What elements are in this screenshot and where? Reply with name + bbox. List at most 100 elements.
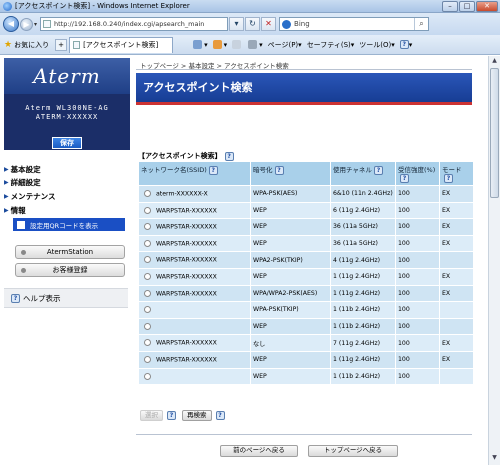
cell-ssid: WARPSTAR-XXXXXX xyxy=(139,235,250,252)
page-menu[interactable]: ページ(P) ▾ xyxy=(268,40,302,50)
select-radio[interactable] xyxy=(144,355,151,363)
history-dropdown-icon[interactable]: ▾ xyxy=(34,21,37,28)
cell-ch: 1 (11b 2.4GHz) xyxy=(331,318,395,335)
select-radio[interactable] xyxy=(144,339,151,347)
sidebar-item-advanced[interactable]: ▶ 詳細設定 xyxy=(4,177,41,188)
help-toggle[interactable]: ? ヘルプ表示 xyxy=(4,288,128,308)
forward-button[interactable]: ▶ xyxy=(20,17,33,31)
sidebar-item-maintenance[interactable]: ▶ メンテナンス xyxy=(4,191,55,202)
cell-enc: なし xyxy=(251,335,330,351)
url-dropdown-icon[interactable]: ▾ xyxy=(229,17,245,31)
arrow-right-icon: ▶ xyxy=(4,193,9,200)
cell-mode xyxy=(440,252,473,268)
back-button[interactable]: ◀ xyxy=(3,16,19,32)
sidebar: Aterm Aterm WL300NE-AG ATERM-XXXXXX 保存 ▶… xyxy=(0,56,131,465)
favorites-button[interactable]: ★ お気に入り xyxy=(4,40,49,50)
table-row[interactable]: WPA-PSK(TKIP) 1 (11b 2.4GHz) 100 xyxy=(139,302,473,318)
select-radio[interactable] xyxy=(144,223,151,231)
cell-enc: WEP xyxy=(251,368,330,385)
search-placeholder: Bing xyxy=(294,20,310,28)
tools-menu[interactable]: ツール(O) ▾ xyxy=(359,40,395,50)
sidebar-item-basic[interactable]: ▶ 基本設定 xyxy=(4,164,41,175)
cell-mode: EX xyxy=(440,335,473,351)
add-favorite-icon[interactable]: + xyxy=(55,38,68,51)
help-menu-icon[interactable]: ? ▾ xyxy=(399,40,412,49)
cell-mode xyxy=(440,368,473,385)
cell-mode: EX xyxy=(440,202,473,219)
back-page-button[interactable]: 前のページへ戻る xyxy=(220,445,298,457)
divider xyxy=(136,434,472,435)
search-input[interactable]: Bing ⌕ xyxy=(279,17,430,31)
help-icon[interactable]: ? xyxy=(444,174,453,183)
cell-sig: 100 xyxy=(396,252,439,268)
customer-registration-button[interactable]: お客様登録 xyxy=(15,263,125,277)
divider xyxy=(136,69,472,70)
table-row[interactable]: aterm-XXXXXX-X WPA-PSK(AES) 6&10 (11n 2.4G… xyxy=(139,186,473,202)
select-radio[interactable] xyxy=(144,273,151,281)
refresh-icon[interactable]: ↻ xyxy=(245,17,261,31)
help-icon[interactable]: ? xyxy=(373,165,383,175)
table-row[interactable]: WEP 1 (11b 2.4GHz) 100 xyxy=(139,318,473,335)
table-row[interactable]: WARPSTAR-XXXXXX なし 7 (11g 2.4GHz) 100 EX xyxy=(139,335,473,351)
save-button[interactable]: 保存 xyxy=(52,137,82,149)
table-row[interactable]: WARPSTAR-XXXXXX WPA/WPA2-PSK(AES) 1 (11g 2… xyxy=(139,285,473,302)
select-radio[interactable] xyxy=(144,322,151,330)
select-radio[interactable] xyxy=(144,256,151,264)
column-header-signal: 受信強度(%)? xyxy=(396,162,439,185)
scroll-thumb[interactable] xyxy=(490,68,499,198)
cell-ch: 7 (11g 2.4GHz) xyxy=(331,335,395,351)
vertical-scrollbar[interactable]: ▲ ▼ xyxy=(488,56,500,465)
page-icon xyxy=(73,41,81,49)
help-icon[interactable]: ? xyxy=(215,411,225,420)
select-radio[interactable] xyxy=(144,306,151,314)
cell-ch: 1 (11g 2.4GHz) xyxy=(331,351,395,368)
qr-code-icon xyxy=(17,220,25,229)
table-row[interactable]: WARPSTAR-XXXXXX WEP 1 (11g 2.4GHz) 100 EX xyxy=(139,268,473,285)
select-radio[interactable] xyxy=(144,190,151,198)
table-row[interactable]: WARPSTAR-XXXXXX WEP 1 (11g 2.4GHz) 100 EX xyxy=(139,351,473,368)
table-row[interactable]: WARPSTAR-XXXXXX WEP 36 (11a 5GHz) 100 EX xyxy=(139,219,473,235)
select-radio[interactable] xyxy=(144,206,151,214)
minimize-button[interactable]: – xyxy=(442,0,458,12)
cell-mode: EX xyxy=(440,351,473,368)
cell-ch: 1 (11g 2.4GHz) xyxy=(331,268,395,285)
close-window-button[interactable]: ✕ xyxy=(476,0,498,12)
print-icon[interactable]: ▾ xyxy=(248,40,263,49)
tab-current[interactable]: [アクセスポイント検索] xyxy=(69,36,174,53)
maximize-button[interactable]: □ xyxy=(459,0,475,12)
select-button[interactable]: 選択 xyxy=(140,410,163,421)
help-icon[interactable]: ? xyxy=(274,165,284,175)
select-radio[interactable] xyxy=(144,239,151,247)
rescan-button[interactable]: 再検索 xyxy=(182,410,212,421)
star-icon: ★ xyxy=(4,39,13,50)
cell-enc: WEP xyxy=(251,235,330,252)
stop-icon[interactable]: ✕ xyxy=(261,17,277,31)
table-row[interactable]: WARPSTAR-XXXXXX WPA2-PSK(TKIP) 4 (11g 2.4G… xyxy=(139,252,473,268)
table-row[interactable]: WARPSTAR-XXXXXX WEP 36 (11a 5GHz) 100 EX xyxy=(139,235,473,252)
table-row[interactable]: WEP 1 (11b 2.4GHz) 100 xyxy=(139,368,473,385)
page-icon xyxy=(43,20,52,28)
show-qr-button[interactable]: 設定用QRコードを表示 xyxy=(13,218,125,231)
select-radio[interactable] xyxy=(144,372,151,380)
table-row[interactable]: WARPSTAR-XXXXXX WEP 6 (11g 2.4GHz) 100 EX xyxy=(139,202,473,219)
safety-menu[interactable]: セーフティ(S) ▾ xyxy=(307,40,355,50)
atermstation-button[interactable]: AtermStation xyxy=(15,245,125,259)
cell-ch: 36 (11a 5GHz) xyxy=(331,219,395,235)
top-page-button[interactable]: トップページへ戻る xyxy=(308,445,398,457)
aterm-logo: Aterm xyxy=(4,58,130,94)
scroll-up-icon[interactable]: ▲ xyxy=(490,57,499,67)
sidebar-item-info[interactable]: ▶ 情報 xyxy=(4,205,26,216)
mail-icon[interactable] xyxy=(232,40,243,49)
cell-sig: 100 xyxy=(396,186,439,202)
help-icon[interactable]: ? xyxy=(224,151,234,161)
scroll-down-icon[interactable]: ▼ xyxy=(490,454,499,464)
home-icon[interactable]: ▾ xyxy=(193,40,208,49)
url-field[interactable]: http://192.168.0.240/index.cgi/apsearch_… xyxy=(40,17,229,31)
cell-enc: WPA-PSK(AES) xyxy=(251,186,330,202)
feeds-icon[interactable]: ▾ xyxy=(212,40,227,49)
select-radio[interactable] xyxy=(144,289,151,297)
help-icon[interactable]: ? xyxy=(400,174,409,183)
help-icon[interactable]: ? xyxy=(167,411,176,420)
help-icon[interactable]: ? xyxy=(208,165,218,175)
search-icon[interactable]: ⌕ xyxy=(414,18,428,30)
